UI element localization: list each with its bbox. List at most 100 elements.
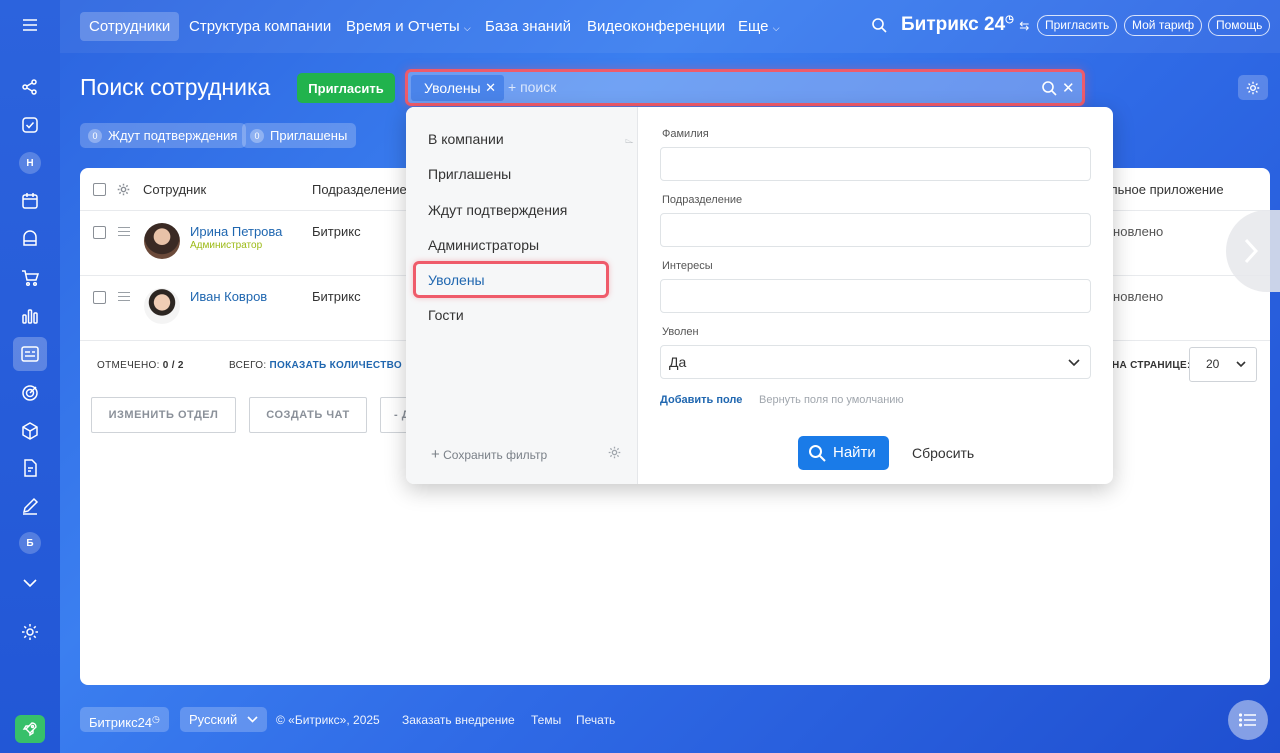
- footer-brand: Битрикс24: [89, 715, 153, 730]
- filter-search-bar[interactable]: Уволены ✕ + поиск ✕: [405, 69, 1085, 106]
- workgroup-avatar[interactable]: Н: [19, 152, 41, 174]
- feed-icon[interactable]: [16, 73, 44, 101]
- language-select[interactable]: Русский: [180, 707, 267, 732]
- close-icon[interactable]: ✕: [485, 75, 496, 101]
- plus-icon: +: [431, 446, 440, 463]
- tasks-icon[interactable]: [16, 111, 44, 139]
- shop-cart-icon[interactable]: [16, 264, 44, 292]
- column-header-department[interactable]: Подразделение: [312, 182, 407, 197]
- department-input[interactable]: [660, 213, 1091, 247]
- reset-button[interactable]: Сбросить: [912, 445, 974, 461]
- filter-chip-fired[interactable]: Уволены ✕: [411, 75, 504, 101]
- preset-in-company[interactable]: В компании: [428, 131, 504, 147]
- nav-video-conferences[interactable]: Видеоконференции: [578, 12, 734, 41]
- employee-department: Битрикс: [312, 289, 361, 304]
- preset-fired[interactable]: Уволены: [428, 272, 485, 288]
- chat-list-icon[interactable]: [1228, 700, 1268, 740]
- save-filter-button[interactable]: + Сохранить фильтр: [431, 446, 547, 463]
- row-checkbox[interactable]: [93, 291, 106, 304]
- themes-link[interactable]: Темы: [531, 713, 561, 727]
- calendar-icon[interactable]: [16, 187, 44, 215]
- per-page-select[interactable]: 20: [1189, 347, 1257, 382]
- catalog-box-icon[interactable]: [16, 417, 44, 445]
- avatar[interactable]: [144, 288, 180, 324]
- column-header-mobile-app[interactable]: льное приложение: [1110, 182, 1224, 197]
- fired-select[interactable]: Да: [660, 345, 1091, 379]
- settings-gear-icon[interactable]: [16, 618, 44, 646]
- counter-awaiting-confirmation[interactable]: 0 Ждут подтверждения: [80, 123, 247, 148]
- total-label: ВСЕГО:: [229, 360, 267, 371]
- counter-label: Ждут подтверждения: [108, 128, 238, 143]
- menu-icon[interactable]: [16, 11, 44, 39]
- my-tariff-button[interactable]: Мой тариф: [1124, 15, 1203, 36]
- employee-role: Администратор: [190, 240, 263, 251]
- last-name-input[interactable]: [660, 147, 1091, 181]
- clock-badge-icon: ◷: [1005, 14, 1014, 25]
- department-label: Подразделение: [662, 194, 743, 206]
- search-input[interactable]: + поиск: [508, 79, 556, 95]
- nav-time-reports-label: Время и Отчеты: [346, 18, 460, 35]
- add-field-link[interactable]: Добавить поле: [660, 394, 742, 406]
- nav-employees[interactable]: Сотрудники: [80, 12, 180, 41]
- find-button[interactable]: Найти: [798, 436, 889, 470]
- drag-handle-icon[interactable]: [118, 292, 130, 304]
- nav-time-reports[interactable]: Время и Отчеты ⌵: [337, 12, 480, 41]
- bitrix24-logo[interactable]: Битрикс 24◷ ⇆: [901, 14, 1029, 36]
- employees-icon[interactable]: [13, 337, 47, 371]
- nav-more[interactable]: Еще ⌵: [729, 12, 789, 41]
- copyright-text: © «Битрикс», 2025: [276, 713, 380, 727]
- avatar[interactable]: [144, 223, 180, 259]
- preset-awaiting-confirmation[interactable]: Ждут подтверждения: [428, 202, 567, 218]
- drive-icon[interactable]: [16, 225, 44, 253]
- page-title: Поиск сотрудника: [80, 74, 271, 100]
- chevron-down-icon: ⌵: [463, 23, 471, 33]
- preset-guests[interactable]: Гости: [428, 307, 464, 323]
- fired-select-value: Да: [669, 354, 687, 370]
- page-settings-gear-icon[interactable]: [1238, 75, 1268, 100]
- bitrix24-footer-button[interactable]: Битрикс24◷: [80, 707, 169, 732]
- show-count-link[interactable]: ПОКАЗАТЬ КОЛИЧЕСТВО: [270, 360, 402, 371]
- edit-pencil-icon[interactable]: [16, 492, 44, 520]
- counter-label: Приглашены: [270, 128, 348, 143]
- clear-search-icon[interactable]: ✕: [1062, 79, 1075, 97]
- interests-input[interactable]: [660, 279, 1091, 313]
- employee-name-link[interactable]: Иван Ковров: [190, 289, 267, 304]
- analytics-icon[interactable]: [16, 302, 44, 330]
- find-button-label: Найти: [833, 444, 876, 461]
- column-header-employee[interactable]: Сотрудник: [143, 182, 206, 197]
- drag-handle-icon[interactable]: [118, 227, 130, 239]
- employee-department: Битрикс: [312, 224, 361, 239]
- nav-knowledge-base[interactable]: База знаний: [476, 12, 580, 41]
- invite-button[interactable]: Пригласить: [297, 73, 395, 103]
- grid-settings-gear-icon[interactable]: [117, 183, 130, 201]
- marked-value: 0 / 2: [162, 360, 184, 371]
- counter-invited[interactable]: 0 Приглашены: [242, 123, 357, 148]
- print-link[interactable]: Печать: [576, 713, 615, 727]
- row-checkbox[interactable]: [93, 226, 106, 239]
- employee-name-link[interactable]: Ирина Петрова: [190, 224, 282, 239]
- change-department-button[interactable]: ИЗМЕНИТЬ ОТДЕЛ: [91, 397, 236, 433]
- goals-icon[interactable]: [16, 379, 44, 407]
- help-button[interactable]: Помощь: [1208, 15, 1271, 36]
- preset-administrators[interactable]: Администраторы: [428, 237, 539, 253]
- chevron-down-icon: [247, 716, 258, 723]
- search-icon[interactable]: [1041, 80, 1057, 101]
- marked-count: ОТМЕЧЕНО: 0 / 2: [97, 360, 184, 371]
- search-icon[interactable]: [871, 17, 887, 38]
- restore-default-fields-link[interactable]: Вернуть поля по умолчанию: [759, 394, 904, 406]
- sliders-icon[interactable]: ⇆: [1019, 19, 1029, 33]
- order-implementation-link[interactable]: Заказать внедрение: [402, 713, 515, 727]
- chevron-down-icon[interactable]: [16, 569, 44, 597]
- select-all-checkbox[interactable]: [93, 183, 106, 196]
- invite-pill-button[interactable]: Пригласить: [1037, 15, 1118, 36]
- pin-icon[interactable]: ⌳: [625, 134, 634, 147]
- filter-settings-gear-icon[interactable]: [608, 446, 621, 464]
- workgroup-avatar-2[interactable]: Б: [19, 532, 41, 554]
- rocket-icon[interactable]: [15, 715, 45, 743]
- fired-label: Уволен: [662, 326, 699, 338]
- preset-invited[interactable]: Приглашены: [428, 166, 511, 182]
- nav-company-structure[interactable]: Структура компании: [180, 12, 340, 41]
- chevron-down-icon: [1068, 359, 1080, 367]
- create-chat-button[interactable]: СОЗДАТЬ ЧАТ: [249, 397, 367, 433]
- documents-sign-icon[interactable]: [16, 454, 44, 482]
